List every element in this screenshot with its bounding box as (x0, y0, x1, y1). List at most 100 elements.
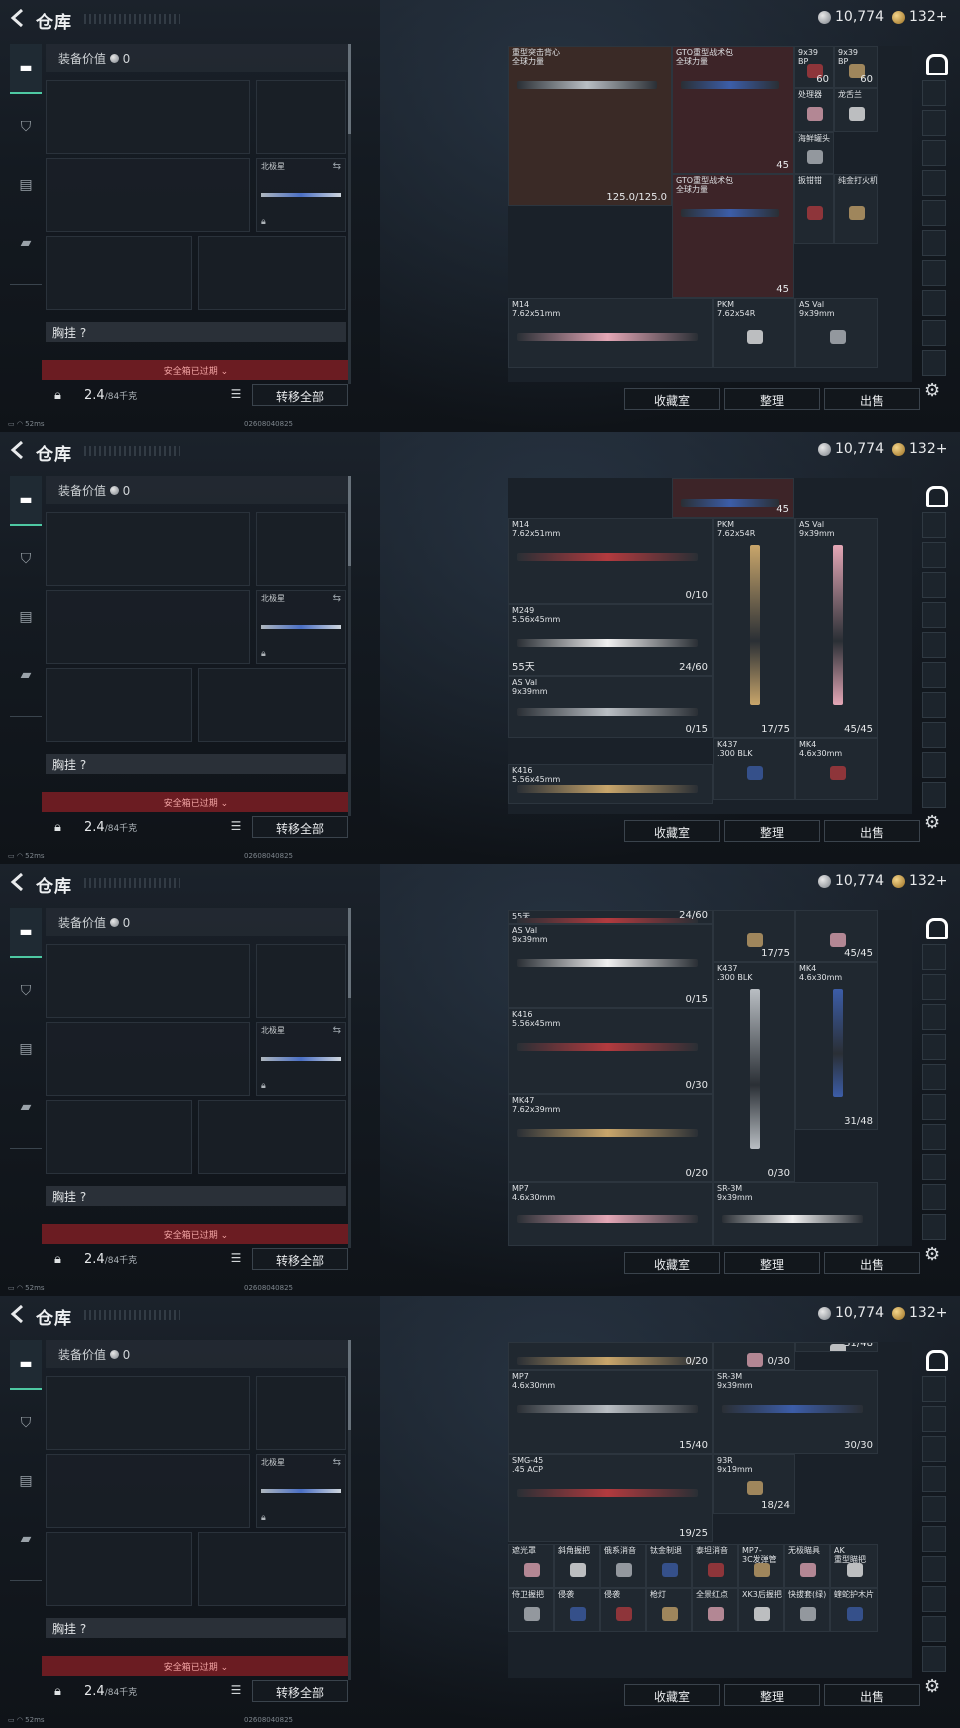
storage-item[interactable]: 93R 9x19mm 18/24 (713, 1454, 795, 1514)
storage-item[interactable]: XK3后握把 (738, 1588, 784, 1632)
storage-page-tab[interactable] (922, 752, 946, 778)
scroll-thumb[interactable] (348, 476, 351, 566)
scroll-thumb[interactable] (348, 908, 351, 998)
storage-item[interactable]: AK 重型瞄把 (830, 1544, 878, 1588)
storage-page-tab[interactable] (922, 1466, 946, 1492)
storage-item[interactable]: 全景红点 (692, 1588, 738, 1632)
storage-page-tab[interactable] (922, 722, 946, 748)
tab-backpack[interactable]: ▰ (10, 218, 42, 268)
melee-slot[interactable]: 北极星 ⇆ 🔒︎ (256, 158, 346, 232)
secondary-weapon-slot[interactable] (46, 1022, 250, 1096)
storage-page-tab[interactable] (922, 1556, 946, 1582)
storage-page-tab[interactable] (922, 1184, 946, 1210)
tab-armor[interactable]: ⛉ (10, 534, 42, 584)
sell-button[interactable]: 出售 (824, 1684, 920, 1706)
pistol-slot[interactable] (256, 512, 346, 586)
sell-button[interactable]: 出售 (824, 388, 920, 410)
storage-page-tab[interactable] (922, 572, 946, 598)
tab-weapons[interactable]: ▬ (10, 1340, 42, 1390)
storage-item[interactable]: SMG-45 .45 ACP 19/25 (508, 1454, 713, 1542)
storage-item[interactable]: 侵袭 (554, 1588, 600, 1632)
storage-item[interactable]: 0/30 (713, 1342, 795, 1370)
melee-slot[interactable]: 北极星 ⇆ 🔒︎ (256, 590, 346, 664)
tab-armor[interactable]: ⛉ (10, 102, 42, 152)
storage-page-tab[interactable] (922, 1064, 946, 1090)
storage-page-tab[interactable] (922, 1094, 946, 1120)
storage-item[interactable]: 45/45 (795, 910, 878, 962)
gear-icon[interactable]: ⚙ (924, 380, 940, 401)
helmet-slot[interactable] (46, 236, 192, 310)
storage-page-tab[interactable] (922, 632, 946, 658)
storage-page-tab[interactable] (922, 170, 946, 196)
storage-item[interactable]: 9x39 BP 60 (834, 46, 878, 88)
storage-page-tab[interactable] (922, 1034, 946, 1060)
storage-item[interactable]: AS Val 9x39mm (795, 298, 878, 368)
back-arrow-icon[interactable] (10, 872, 26, 892)
swap-icon[interactable]: ⇆ (333, 161, 341, 172)
primary-weapon-slot[interactable] (46, 80, 250, 154)
storage-item[interactable]: 55天 24/60 (508, 910, 713, 924)
storage-page-tab[interactable] (922, 1004, 946, 1030)
rig-slot[interactable]: 胸挂 ? (46, 1618, 346, 1638)
storage-item[interactable]: 无极瞄具 (784, 1544, 830, 1588)
storage-page-tab[interactable] (922, 1616, 946, 1642)
storage-item[interactable]: 处理器 (794, 88, 834, 132)
storage-item[interactable]: 斜角握把 (554, 1544, 600, 1588)
storage-item[interactable]: 重型突击背心 全球力量 125.0/125.0 (508, 46, 672, 206)
helmet-slot[interactable] (46, 668, 192, 742)
storage-item[interactable]: MK47 7.62x39mm 0/20 (508, 1094, 713, 1182)
list-view-icon[interactable]: ☰ (228, 384, 244, 406)
list-view-icon[interactable]: ☰ (228, 816, 244, 838)
storage-item[interactable]: M14 7.62x51mm 0/10 (508, 518, 713, 604)
warehouse-icon[interactable] (922, 482, 948, 508)
storage-item[interactable]: MP7 4.6x30mm 15/40 (508, 1370, 713, 1454)
storage-item[interactable]: K437 .300 BLK (713, 738, 795, 800)
storage-item[interactable]: M14 7.62x51mm (508, 298, 713, 368)
storage-page-tab[interactable] (922, 1406, 946, 1432)
transfer-all-button[interactable]: 转移全部 (252, 384, 348, 406)
warehouse-icon[interactable] (922, 1346, 948, 1372)
storage-item[interactable]: MK4 4.6x30mm 31/48 (795, 962, 878, 1130)
storage-page-tab[interactable] (922, 350, 946, 376)
storage-item[interactable]: SR-3M 9x39mm 30/30 (713, 1370, 878, 1454)
storage-item[interactable]: 枪灯 (646, 1588, 692, 1632)
collection-button[interactable]: 收藏室 (624, 1684, 720, 1706)
storage-page-tab[interactable] (922, 1496, 946, 1522)
equipment-scrollbar[interactable] (348, 1340, 351, 1680)
gold-currency[interactable]: 132+ (892, 873, 947, 889)
storage-page-tab[interactable] (922, 512, 946, 538)
collection-button[interactable]: 收藏室 (624, 820, 720, 842)
organize-button[interactable]: 整理 (724, 1684, 820, 1706)
storage-item[interactable]: 0/20 (508, 1342, 713, 1370)
melee-slot[interactable]: 北极星 ⇆ 🔒︎ (256, 1454, 346, 1528)
storage-page-tab[interactable] (922, 1154, 946, 1180)
armor-slot[interactable] (198, 668, 346, 742)
storage-item[interactable]: MP7 4.6x30mm (508, 1182, 713, 1246)
storage-item[interactable]: M249 5.56x45mm 24/60 55天 (508, 604, 713, 676)
armor-slot[interactable] (198, 236, 346, 310)
storage-page-tab[interactable] (922, 1376, 946, 1402)
storage-item[interactable]: 钛金制退 (646, 1544, 692, 1588)
gold-currency[interactable]: 132+ (892, 441, 947, 457)
tab-backpack[interactable]: ▰ (10, 1514, 42, 1564)
tab-armor[interactable]: ⛉ (10, 1398, 42, 1448)
rig-slot[interactable]: 胸挂 ? (46, 754, 346, 774)
warehouse-icon[interactable] (922, 50, 948, 76)
armor-slot[interactable] (198, 1532, 346, 1606)
storage-item[interactable]: 侵袭 (600, 1588, 646, 1632)
tab-weapons[interactable]: ▬ (10, 476, 42, 526)
collection-button[interactable]: 收藏室 (624, 1252, 720, 1274)
organize-button[interactable]: 整理 (724, 1252, 820, 1274)
safe-box-expired-bar[interactable]: 安全箱已过期 ⌄ (42, 792, 350, 812)
tab-weapons[interactable]: ▬ (10, 44, 42, 94)
storage-page-tab[interactable] (922, 80, 946, 106)
tab-rig[interactable]: ▤ (10, 592, 42, 642)
storage-item[interactable]: K416 5.56x45mm (508, 764, 713, 804)
storage-item[interactable]: 俄系消音 (600, 1544, 646, 1588)
primary-weapon-slot[interactable] (46, 944, 250, 1018)
transfer-all-button[interactable]: 转移全部 (252, 816, 348, 838)
storage-page-tab[interactable] (922, 662, 946, 688)
storage-item[interactable]: 蝰蛇护木片 (830, 1588, 878, 1632)
storage-item[interactable]: 扳钳钳 (794, 174, 834, 244)
gear-icon[interactable]: ⚙ (924, 1244, 940, 1265)
